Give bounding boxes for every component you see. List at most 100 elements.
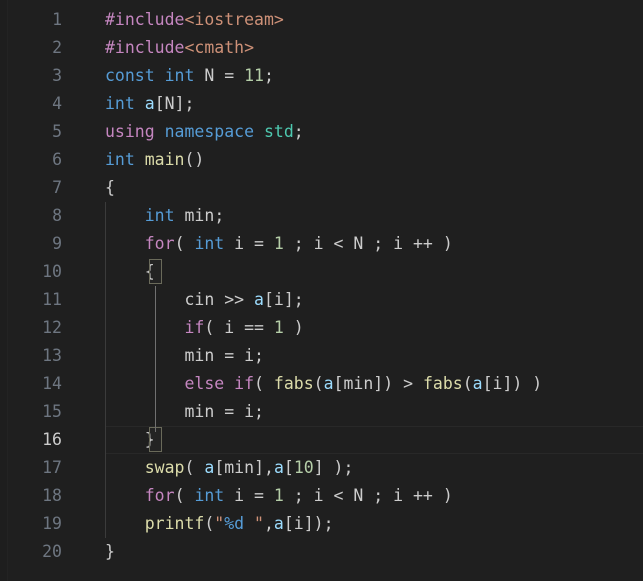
token-identifier: min	[343, 374, 373, 393]
line-content[interactable]: else if( fabs(a[min]) > fabs(a[i]) )	[105, 370, 542, 398]
token-brace: {	[105, 178, 115, 197]
line-number: 20	[0, 538, 62, 566]
token-control: for	[145, 486, 175, 505]
token-keyword: const	[105, 66, 155, 85]
token-control: else	[184, 374, 224, 393]
line-content[interactable]: {	[105, 174, 115, 202]
line-number: 14	[0, 370, 62, 398]
line-content[interactable]: min = i;	[105, 398, 264, 426]
token-function: main	[145, 150, 185, 169]
code-line[interactable]: 6 int main()	[0, 146, 643, 174]
bracket-match-highlight	[149, 259, 162, 284]
code-line[interactable]: 4 int a[N];	[0, 90, 643, 118]
line-number: 18	[0, 482, 62, 510]
line-number: 17	[0, 454, 62, 482]
token-number: 1	[274, 318, 284, 337]
line-number: 7	[0, 174, 62, 202]
token-namespace: std	[264, 122, 294, 141]
line-content[interactable]: #include<iostream>	[105, 6, 284, 34]
code-line[interactable]: 2 #include<cmath>	[0, 34, 643, 62]
token-variable: a	[274, 458, 284, 477]
token-function: swap	[145, 458, 185, 477]
token-format-specifier: %d	[224, 514, 244, 533]
code-line[interactable]: 15 min = i;	[0, 398, 643, 426]
code-line[interactable]: 8 int min;	[0, 202, 643, 230]
line-number: 8	[0, 202, 62, 230]
line-number: 6	[0, 146, 62, 174]
code-line-active[interactable]: 16 }	[0, 426, 643, 454]
line-content[interactable]: {	[105, 258, 155, 286]
line-content[interactable]: }	[105, 538, 115, 566]
code-line[interactable]: 19 printf("%d ",a[i]);	[0, 510, 643, 538]
line-content[interactable]: int main()	[105, 146, 204, 174]
line-content[interactable]: #include<cmath>	[105, 34, 254, 62]
line-content[interactable]: cin >> a[i];	[105, 286, 304, 314]
code-line[interactable]: 10 {	[0, 258, 643, 286]
bracket-pair-guide	[155, 286, 156, 432]
token-identifier: i =	[224, 486, 274, 505]
token-identifier: min = i	[184, 402, 254, 421]
token-keyword: int	[194, 234, 224, 253]
line-content[interactable]: if( i == 1 )	[105, 314, 304, 342]
code-line[interactable]: 11 cin >> a[i];	[0, 286, 643, 314]
code-lines-container[interactable]: 1 #include<iostream> 2 #include<cmath> 3…	[0, 6, 643, 566]
token-variable: a	[254, 290, 264, 309]
line-number: 5	[0, 118, 62, 146]
line-content[interactable]: int a[N];	[105, 90, 194, 118]
code-line[interactable]: 3 const int N = 11;	[0, 62, 643, 90]
line-number: 10	[0, 258, 62, 286]
line-number: 13	[0, 342, 62, 370]
line-number: 16	[0, 426, 62, 454]
token-brace-close: }	[105, 542, 115, 561]
token-identifier: i =	[224, 234, 274, 253]
token-variable: a	[145, 94, 155, 113]
line-content[interactable]: using namespace std;	[105, 118, 304, 146]
line-content[interactable]: printf("%d ",a[i]);	[105, 510, 334, 538]
active-line-highlight	[105, 426, 643, 454]
token-preprocessor: #include	[105, 38, 184, 57]
line-number: 12	[0, 314, 62, 342]
line-number: 9	[0, 230, 62, 258]
line-content[interactable]: for( int i = 1 ; i < N ; i ++ )	[105, 482, 453, 510]
token-number: 11	[244, 66, 264, 85]
line-content[interactable]: swap( a[min],a[10] );	[105, 454, 353, 482]
token-identifier: N	[165, 94, 175, 113]
code-line[interactable]: 12 if( i == 1 )	[0, 314, 643, 342]
line-number: 4	[0, 90, 62, 118]
token-function: printf	[145, 514, 205, 533]
code-line[interactable]: 13 min = i;	[0, 342, 643, 370]
token-variable: a	[204, 458, 214, 477]
code-line[interactable]: 17 swap( a[min],a[10] );	[0, 454, 643, 482]
token-identifier: i	[493, 374, 503, 393]
token-identifier: i	[274, 290, 284, 309]
token-identifier: cin >>	[184, 290, 254, 309]
token-identifier: N =	[194, 66, 244, 85]
token-control: if	[234, 374, 254, 393]
token-keyword: int	[105, 150, 135, 169]
code-line[interactable]: 14 else if( fabs(a[min]) > fabs(a[i]) )	[0, 370, 643, 398]
token-identifier: min	[175, 206, 215, 225]
code-editor[interactable]: #i 1 #include<iostream> 2 #include<cmath…	[0, 0, 643, 581]
token-control: if	[184, 318, 204, 337]
line-content[interactable]: const int N = 11;	[105, 62, 274, 90]
token-variable: a	[274, 514, 284, 533]
code-line[interactable]: 1 #include<iostream>	[0, 6, 643, 34]
line-content[interactable]: }	[105, 426, 155, 454]
line-content[interactable]: int min;	[105, 202, 224, 230]
line-content[interactable]: min = i;	[105, 342, 264, 370]
token-keyword: int	[145, 206, 175, 225]
line-number: 11	[0, 286, 62, 314]
line-number: 3	[0, 62, 62, 90]
code-line[interactable]: 5 using namespace std;	[0, 118, 643, 146]
token-keyword: int	[194, 486, 224, 505]
line-number: 1	[0, 6, 62, 34]
code-line[interactable]: 7 {	[0, 174, 643, 202]
code-line[interactable]: 9 for( int i = 1 ; i < N ; i ++ )	[0, 230, 643, 258]
token-number: 1	[274, 486, 284, 505]
code-line[interactable]: 18 for( int i = 1 ; i < N ; i ++ )	[0, 482, 643, 510]
token-string: "	[244, 514, 264, 533]
token-keyword: namespace	[165, 122, 254, 141]
line-number: 2	[0, 34, 62, 62]
line-content[interactable]: for( int i = 1 ; i < N ; i ++ )	[105, 230, 453, 258]
code-line[interactable]: 20 }	[0, 538, 643, 566]
